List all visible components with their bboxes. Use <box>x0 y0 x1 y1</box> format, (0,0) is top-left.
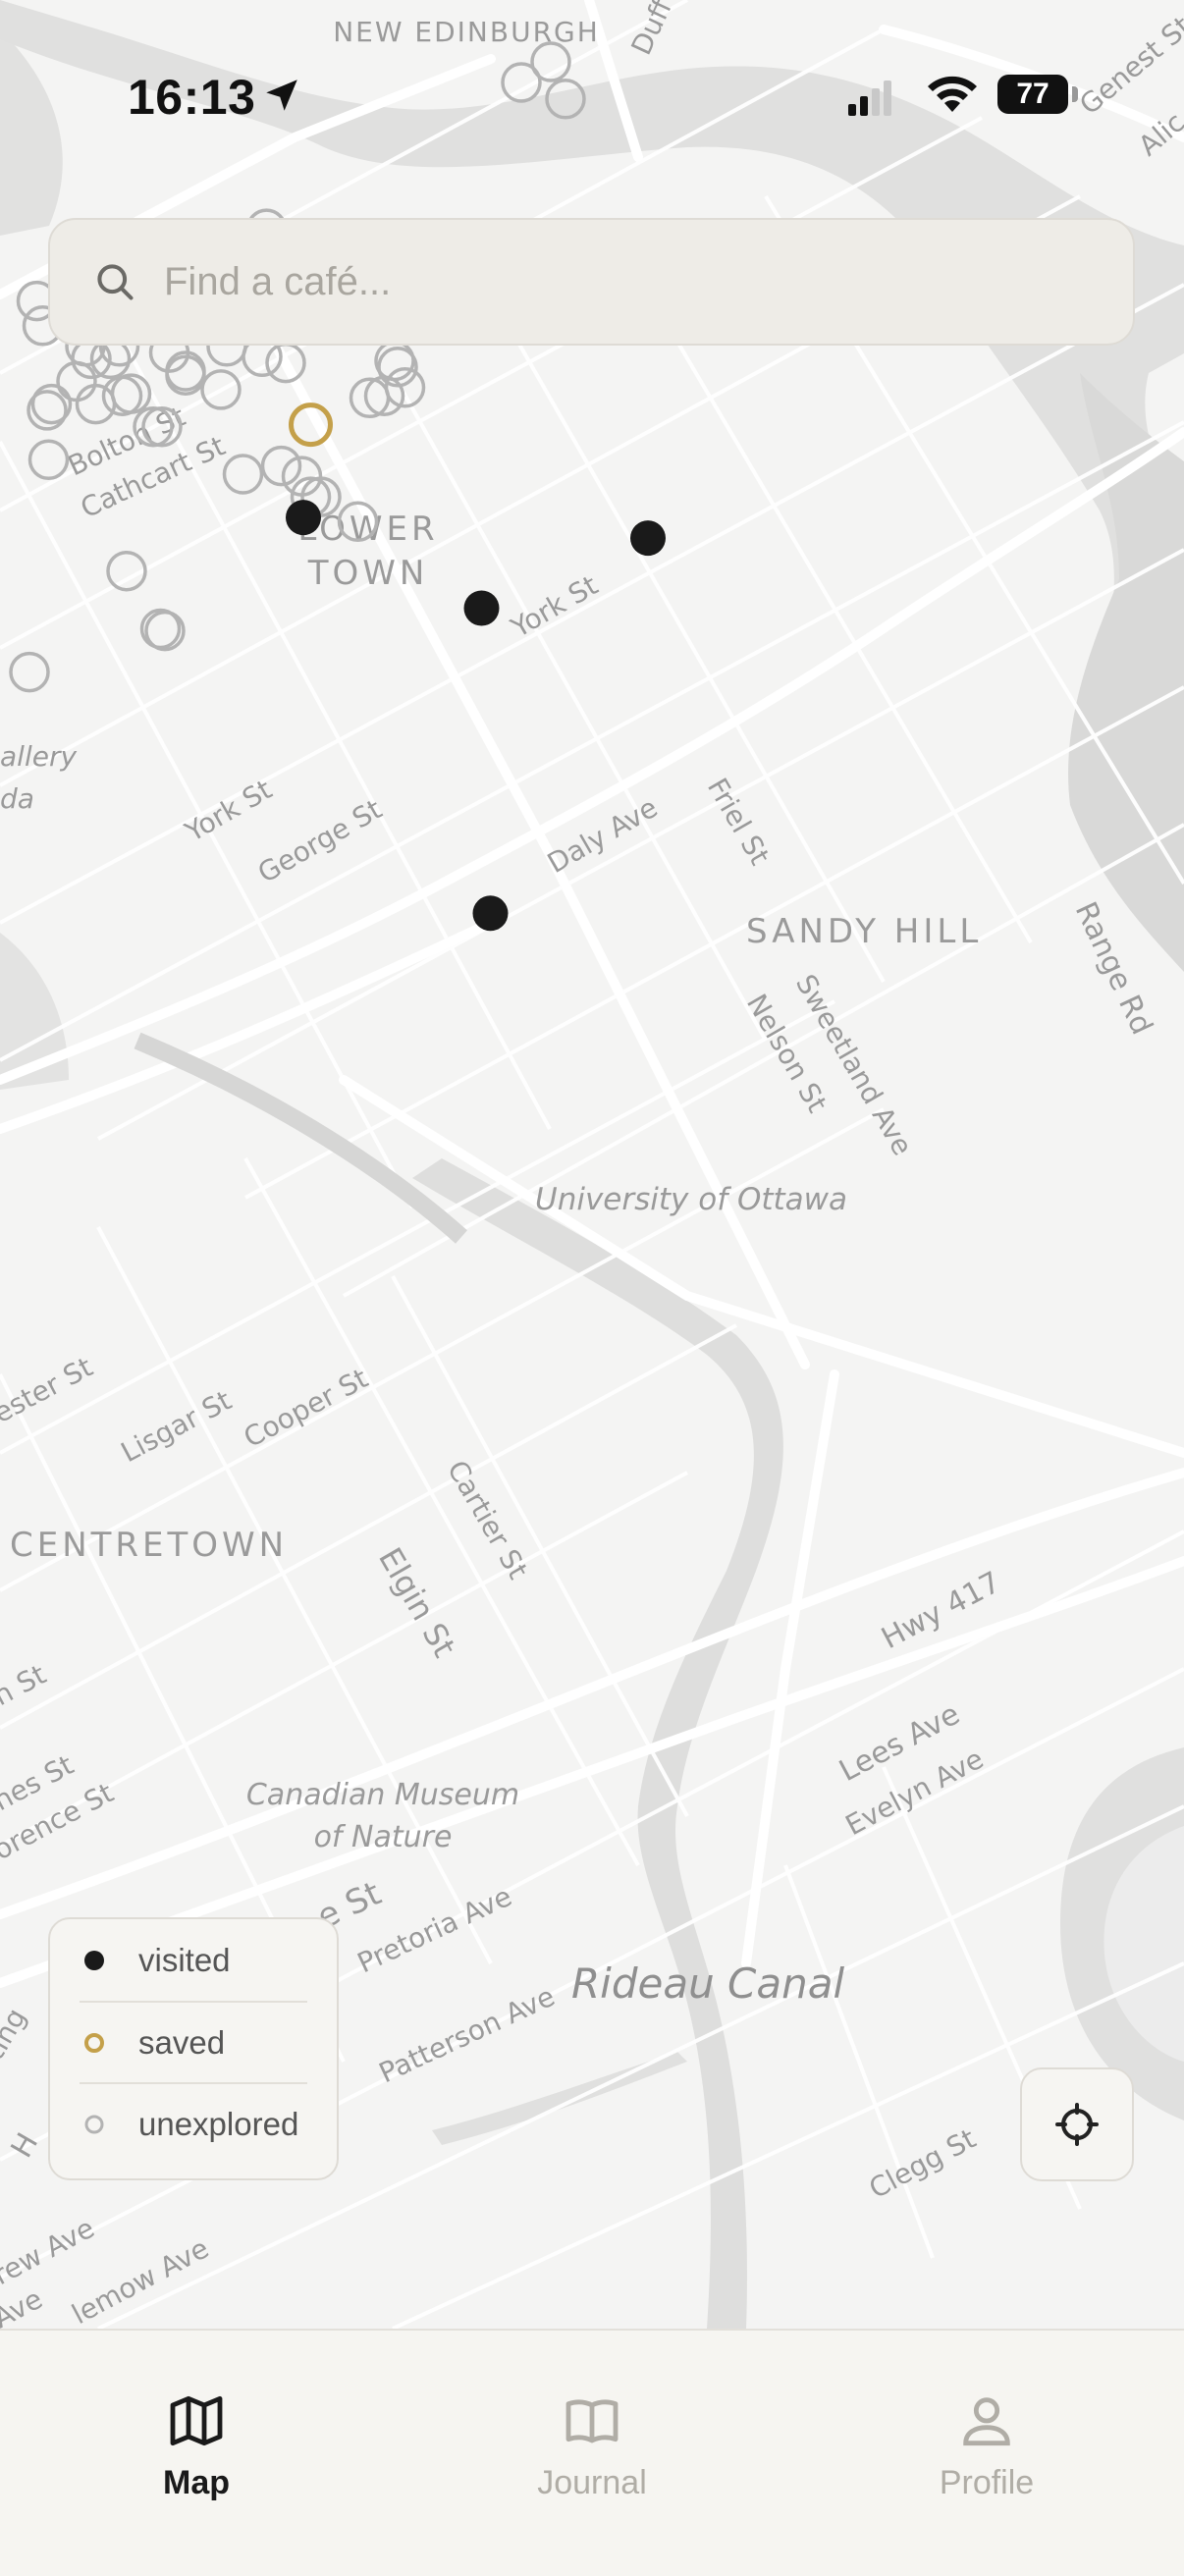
visited-dot-icon <box>84 1950 104 1970</box>
cafe-marker-visited[interactable] <box>472 895 509 932</box>
saved-ring-icon <box>84 2032 104 2053</box>
search-bar[interactable] <box>48 218 1135 346</box>
crosshair-icon <box>1055 2103 1099 2146</box>
status-time: 16:13 <box>128 70 256 125</box>
search-input[interactable] <box>162 258 1049 305</box>
search-icon <box>97 264 134 300</box>
map-legend: visited saved unexplored <box>48 1917 339 2180</box>
map-icon <box>170 2395 223 2446</box>
label-university: University of Ottawa <box>535 1182 847 1217</box>
legend-label-saved: saved <box>138 2023 226 2061</box>
location-arrow-icon <box>266 80 297 111</box>
unexplored-ring-icon <box>84 2115 104 2133</box>
tab-label-journal: Journal <box>537 2464 647 2501</box>
cellular-signal-icon <box>848 80 891 116</box>
cafe-marker-visited[interactable] <box>630 520 666 557</box>
legend-row-unexplored: unexplored <box>80 2082 307 2164</box>
tab-bar: Map Journal Profile <box>0 2329 1184 2576</box>
legend-row-saved: saved <box>80 2001 307 2082</box>
label-centretown: CENTRETOWN <box>10 1526 288 1565</box>
label-rideau-canal: Rideau Canal <box>571 1959 844 2008</box>
recenter-button[interactable] <box>1020 2067 1134 2181</box>
person-icon <box>963 2397 1010 2446</box>
tab-label-profile: Profile <box>939 2464 1035 2501</box>
tab-label-map: Map <box>163 2464 230 2501</box>
legend-label-visited: visited <box>138 1941 231 1978</box>
tab-map[interactable]: Map <box>49 2331 344 2527</box>
legend-label-unexplored: unexplored <box>138 2105 299 2142</box>
book-open-icon <box>565 2399 619 2443</box>
label-lower-town-2: TOWN <box>307 554 429 593</box>
wifi-icon <box>928 76 977 112</box>
label-sandy-hill: SANDY HILL <box>746 912 982 951</box>
label-museum-2: of Nature <box>314 1820 453 1854</box>
cafe-marker-visited[interactable] <box>463 590 500 626</box>
cafe-marker-visited[interactable] <box>286 500 321 536</box>
legend-row-visited: visited <box>80 1919 307 2001</box>
label-gallery-2: da <box>0 782 34 815</box>
tab-journal[interactable]: Journal <box>445 2331 739 2527</box>
status-bar: 16:13 77 <box>0 0 1184 196</box>
battery-indicator: 77 <box>997 75 1068 114</box>
label-gallery: allery <box>0 740 77 773</box>
battery-tip <box>1072 86 1078 102</box>
tab-profile[interactable]: Profile <box>839 2331 1134 2527</box>
label-museum: Canadian Museum <box>246 1778 519 1812</box>
